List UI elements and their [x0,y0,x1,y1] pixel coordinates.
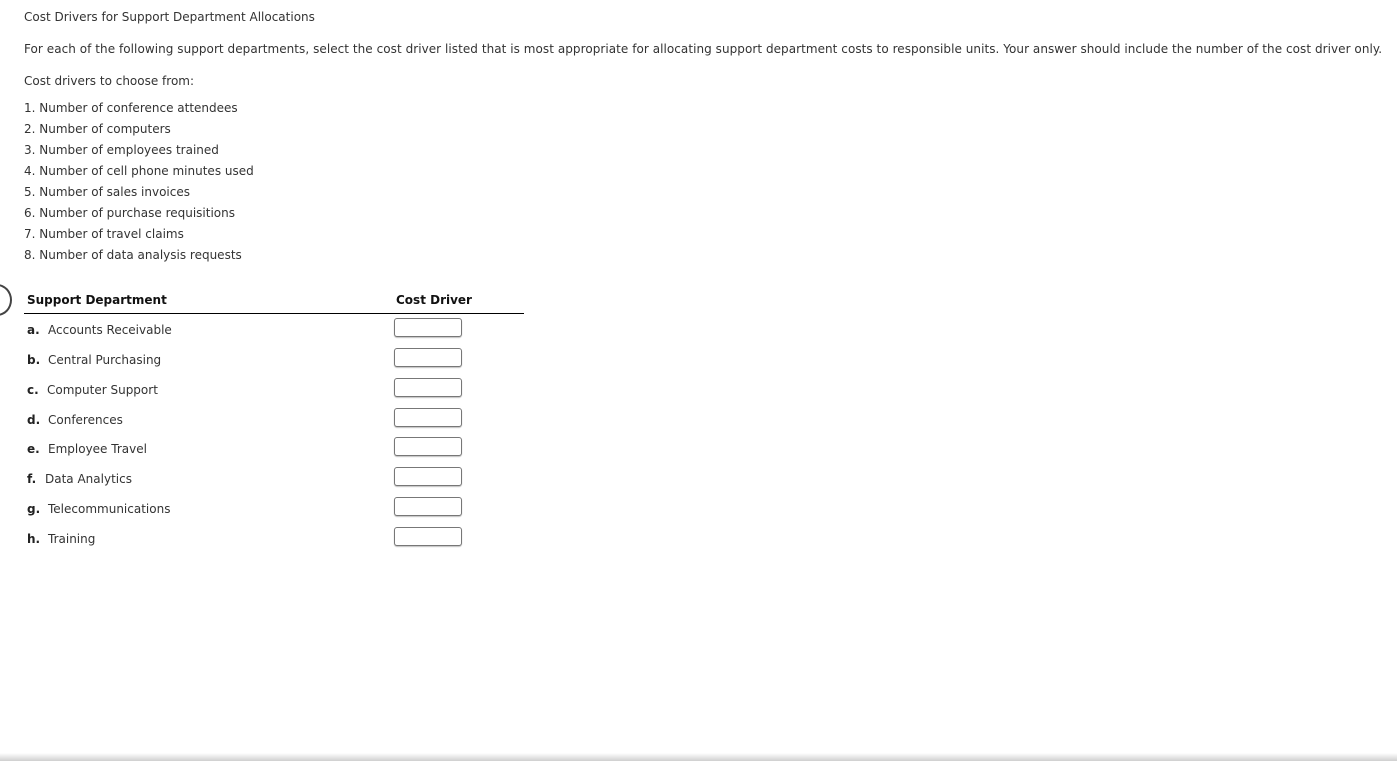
table-row: a. Accounts Receivable [24,314,524,344]
answer-table: Support Department Cost Driver a. Accoun… [24,292,524,553]
department-name: Conferences [48,412,123,427]
bottom-edge-shadow [0,753,1397,761]
cost-driver-item: 4. Number of cell phone minutes used [24,164,254,178]
cost-driver-input-d[interactable] [394,407,462,427]
cost-driver-item: 7. Number of travel claims [24,227,184,241]
question-title: Cost Drivers for Support Department Allo… [24,10,315,24]
header-support-department: Support Department [27,293,167,307]
department-name: Telecommunications [48,502,171,517]
row-letter: g. [27,502,41,517]
department-name: Accounts Receivable [48,323,172,337]
department-name: Data Analytics [45,472,132,487]
cost-driver-input-c[interactable] [394,377,462,397]
row-letter: f. [27,472,37,487]
department-name: Training [48,531,96,546]
cost-driver-input-b[interactable] [394,347,462,367]
row-letter: c. [27,382,39,397]
cost-driver-item: 5. Number of sales invoices [24,185,191,199]
department-name: Employee Travel [48,442,147,457]
department-name: Computer Support [47,382,158,397]
table-row: h. Training [24,523,524,553]
row-letter: h. [27,531,41,546]
cost-driver-item: 6. Number of purchase requisitions [24,206,235,220]
header-cost-driver: Cost Driver [396,293,472,307]
cursor-ring-icon [0,284,12,316]
cost-drivers-label: Cost drivers to choose from: [24,74,195,88]
cost-driver-input-g[interactable] [394,497,462,517]
table-row: g. Telecommunications [24,493,524,523]
cost-driver-input-f[interactable] [394,467,462,487]
table-row: d. Conferences [24,404,524,434]
cost-driver-input-h[interactable] [394,526,462,546]
table-header: Support Department Cost Driver [24,292,524,314]
table-row: b. Central Purchasing [24,344,524,374]
cost-driver-item: 3. Number of employees trained [24,143,219,157]
table-row: e. Employee Travel [24,433,524,463]
row-letter: d. [27,412,41,427]
cost-driver-input-e[interactable] [394,437,462,457]
question-instructions: For each of the following support depart… [24,42,1383,56]
table-row: f. Data Analytics [24,463,524,493]
cost-driver-item: 1. Number of conference attendees [24,101,238,115]
department-name: Central Purchasing [48,352,162,367]
cost-driver-item: 2. Number of computers [24,122,171,136]
row-letter: e. [27,442,40,457]
cost-driver-input-a[interactable] [394,318,462,337]
row-letter: b. [27,352,41,367]
table-row: c. Computer Support [24,374,524,404]
cost-driver-item: 8. Number of data analysis requests [24,248,242,262]
cost-driver-list: 1. Number of conference attendees 2. Num… [24,100,254,268]
row-letter: a. [27,323,40,337]
